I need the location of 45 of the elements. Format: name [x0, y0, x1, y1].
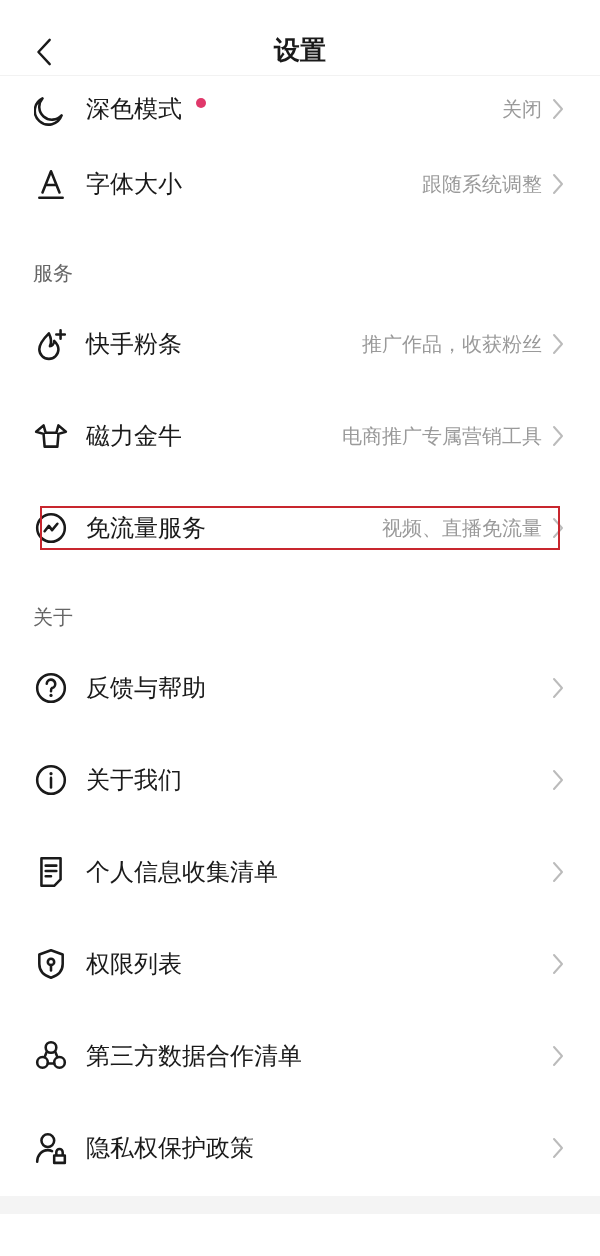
chevron-right-icon	[552, 677, 564, 699]
item-label: 权限列表	[86, 949, 182, 980]
help-icon	[34, 671, 68, 705]
section-title: 关于	[32, 604, 73, 631]
chevron-right-icon	[552, 98, 564, 120]
chevron-right-icon	[552, 517, 564, 539]
settings-item[interactable]: 字体大小 跟随系统调整	[0, 138, 600, 230]
item-label: 快手粉条	[86, 329, 182, 360]
item-label: 磁力金牛	[86, 421, 182, 452]
item-label: 关于我们	[86, 765, 182, 796]
chevron-right-icon	[552, 769, 564, 791]
settings-item[interactable]: 个人信息收集清单	[0, 826, 600, 918]
item-label: 隐私权保护政策	[86, 1133, 254, 1164]
settings-item[interactable]: 快手粉条 推广作品，收获粉丝	[0, 298, 600, 390]
item-value: 电商推广专属营销工具	[342, 422, 542, 450]
item-label: 深色模式	[86, 94, 182, 125]
item-label: 反馈与帮助	[86, 673, 206, 704]
settings-item[interactable]: 磁力金牛 电商推广专属营销工具	[0, 390, 600, 482]
item-label: 免流量服务	[86, 513, 206, 544]
settings-item[interactable]: 反馈与帮助	[0, 642, 600, 734]
section-title: 服务	[32, 260, 73, 287]
settings-item[interactable]: 权限列表	[0, 918, 600, 1010]
chevron-right-icon	[552, 425, 564, 447]
item-value: 跟随系统调整	[422, 170, 542, 198]
person-lock-icon	[34, 1131, 68, 1165]
item-label: 个人信息收集清单	[86, 857, 278, 888]
speed-circle-icon	[34, 511, 68, 545]
chevron-right-icon	[552, 333, 564, 355]
item-label: 字体大小	[86, 169, 182, 200]
settings-item[interactable]: 关于我们	[0, 734, 600, 826]
item-value: 视频、直播免流量	[382, 514, 542, 542]
info-icon	[34, 763, 68, 797]
chevron-right-icon	[552, 173, 564, 195]
settings-item[interactable]: 免流量服务 视频、直播免流量	[16, 482, 584, 574]
chevron-right-icon	[552, 953, 564, 975]
settings-item[interactable]: 第三方数据合作清单	[0, 1010, 600, 1102]
item-label: 第三方数据合作清单	[86, 1041, 302, 1072]
page-title: 设置	[272, 34, 327, 67]
item-value: 关闭	[502, 95, 542, 123]
settings-item[interactable]: 隐私权保护政策	[0, 1102, 600, 1194]
chevron-right-icon	[552, 1137, 564, 1159]
chevron-right-icon	[552, 1045, 564, 1067]
settings-item[interactable]: 深色模式 关闭	[0, 76, 600, 138]
item-value: 推广作品，收获粉丝	[362, 330, 542, 358]
chevron-right-icon	[552, 861, 564, 883]
